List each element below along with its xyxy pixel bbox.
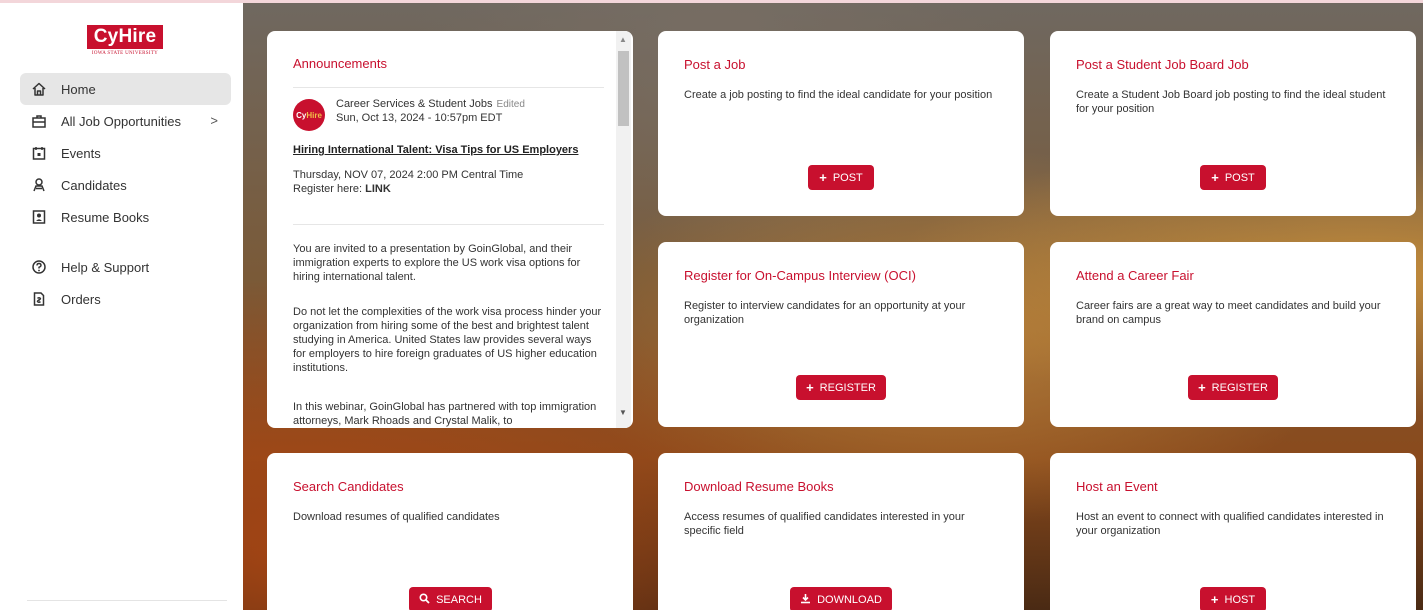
card-description: Create a job posting to find the ideal c… bbox=[684, 89, 993, 101]
card-title: Search Candidates bbox=[293, 479, 404, 494]
button-label: DOWNLOAD bbox=[817, 593, 882, 606]
download-button[interactable]: DOWNLOAD bbox=[790, 587, 892, 610]
scroll-down-icon[interactable]: ▼ bbox=[619, 408, 627, 417]
search-icon bbox=[419, 593, 430, 606]
divider bbox=[293, 224, 604, 225]
scroll-up-icon[interactable]: ▲ bbox=[619, 35, 627, 44]
register-career-fair-button[interactable]: + REGISTER bbox=[1188, 375, 1278, 400]
avatar-text-cy: Cy bbox=[296, 110, 307, 120]
post-student-job-button[interactable]: + POST bbox=[1200, 165, 1266, 190]
button-label: HOST bbox=[1224, 593, 1256, 606]
card-description: Download resumes of qualified candidates bbox=[293, 511, 500, 523]
sidebar-item-home[interactable]: Home bbox=[20, 73, 231, 105]
sidebar-item-label: Orders bbox=[61, 291, 101, 307]
logo-mark: CyHire bbox=[87, 25, 163, 49]
sidebar-item-label: All Job Opportunities bbox=[61, 113, 181, 129]
avatar-text-hire: Hire bbox=[306, 110, 322, 120]
post-job-button[interactable]: + POST bbox=[808, 165, 874, 190]
author-line: Career Services & Student Jobs Edited bbox=[336, 98, 525, 110]
host-event-card: Host an Event Host an event to connect w… bbox=[1050, 453, 1416, 610]
search-candidates-card: Search Candidates Download resumes of qu… bbox=[267, 453, 633, 610]
main-dashboard: Announcements Cy Hire Career Services & S… bbox=[243, 3, 1423, 610]
sidebar-item-label: Candidates bbox=[61, 177, 127, 193]
sidebar-item-label: Resume Books bbox=[61, 209, 150, 225]
card-title: Post a Student Job Board Job bbox=[1076, 57, 1249, 72]
home-icon bbox=[31, 81, 47, 97]
download-resume-books-card: Download Resume Books Access resumes of … bbox=[658, 453, 1024, 610]
plus-icon: + bbox=[1211, 170, 1219, 185]
button-label: REGISTER bbox=[1211, 381, 1268, 394]
edited-label: Edited bbox=[496, 99, 525, 110]
card-title: Host an Event bbox=[1076, 479, 1158, 494]
logo-subtitle: IOWA STATE UNIVERSITY bbox=[91, 51, 159, 56]
sidebar-item-orders[interactable]: Orders bbox=[20, 283, 231, 315]
divider bbox=[293, 87, 604, 88]
card-title: Post a Job bbox=[684, 57, 746, 72]
button-label: REGISTER bbox=[819, 381, 876, 394]
card-title: Download Resume Books bbox=[684, 479, 834, 494]
download-icon bbox=[800, 593, 811, 606]
sidebar-item-events[interactable]: Events bbox=[20, 137, 231, 169]
sidebar-item-label: Help & Support bbox=[61, 259, 150, 275]
sidebar-item-resume-books[interactable]: Resume Books bbox=[20, 201, 231, 233]
sidebar: CyHire IOWA STATE UNIVERSITY Home All Jo… bbox=[0, 3, 243, 610]
search-button[interactable]: SEARCH bbox=[409, 587, 492, 610]
card-description: Create a Student Job Board job posting t… bbox=[1076, 89, 1386, 115]
register-prefix: Register here: bbox=[293, 183, 366, 195]
help-icon bbox=[31, 259, 47, 275]
plus-icon: + bbox=[806, 380, 814, 395]
candidates-icon bbox=[31, 177, 47, 193]
announcements-scrollbar[interactable]: ▲ ▼ bbox=[616, 31, 631, 428]
sidebar-item-label: Events bbox=[61, 145, 101, 161]
register-oci-button[interactable]: + REGISTER bbox=[796, 375, 886, 400]
sidebar-item-help-support[interactable]: Help & Support bbox=[20, 251, 231, 283]
button-label: SEARCH bbox=[436, 593, 482, 606]
register-link[interactable]: LINK bbox=[365, 183, 391, 195]
announcement-paragraph: You are invited to a presentation by Goi… bbox=[293, 243, 581, 283]
button-label: POST bbox=[832, 171, 863, 184]
career-fair-card: Attend a Career Fair Career fairs are a … bbox=[1050, 242, 1416, 427]
resume-book-icon bbox=[31, 209, 47, 225]
plus-icon: + bbox=[1210, 592, 1219, 607]
sidebar-divider bbox=[27, 600, 227, 601]
announcements-heading: Announcements bbox=[293, 56, 387, 71]
sidebar-nav: Home All Job Opportunities > Events Cand… bbox=[20, 73, 231, 315]
plus-icon: + bbox=[1198, 380, 1206, 395]
cyhire-logo[interactable]: CyHire IOWA STATE UNIVERSITY bbox=[87, 25, 163, 61]
announcement-paragraph: In this webinar, GoinGlobal has partnere… bbox=[293, 401, 597, 427]
sidebar-item-all-job-opportunities[interactable]: All Job Opportunities > bbox=[20, 105, 231, 137]
post-student-job-card: Post a Student Job Board Job Create a St… bbox=[1050, 31, 1416, 216]
button-label: POST bbox=[1224, 171, 1255, 184]
card-description: Access resumes of qualified candidates i… bbox=[684, 511, 965, 537]
card-description: Register to interview candidates for an … bbox=[684, 300, 966, 326]
announcement-title[interactable]: Hiring International Talent: Visa Tips f… bbox=[293, 144, 578, 156]
author-avatar: Cy Hire bbox=[293, 99, 325, 131]
post-job-card: Post a Job Create a job posting to find … bbox=[658, 31, 1024, 216]
host-event-button[interactable]: + HOST bbox=[1200, 587, 1266, 610]
plus-icon: + bbox=[819, 170, 827, 185]
post-date: Sun, Oct 13, 2024 - 10:57pm EDT bbox=[336, 112, 503, 124]
orders-icon bbox=[31, 291, 47, 307]
oci-card: Register for On-Campus Interview (OCI) R… bbox=[658, 242, 1024, 427]
chevron-right-icon[interactable]: > bbox=[210, 113, 218, 128]
calendar-icon bbox=[31, 145, 47, 161]
card-title: Register for On-Campus Interview (OCI) bbox=[684, 268, 916, 283]
announcements-card: Announcements Cy Hire Career Services & S… bbox=[267, 31, 633, 428]
register-line: Register here: LINK bbox=[293, 183, 391, 195]
scrollbar-thumb[interactable] bbox=[618, 51, 629, 126]
card-title: Attend a Career Fair bbox=[1076, 268, 1194, 283]
author-name: Career Services & Student Jobs bbox=[336, 98, 493, 110]
card-description: Career fairs are a great way to meet can… bbox=[1076, 300, 1381, 326]
card-description: Host an event to connect with qualified … bbox=[1076, 511, 1384, 537]
briefcase-icon bbox=[31, 113, 47, 129]
sidebar-item-candidates[interactable]: Candidates bbox=[20, 169, 231, 201]
announcement-paragraph: Do not let the complexities of the work … bbox=[293, 306, 602, 374]
event-time: Thursday, NOV 07, 2024 2:00 PM Central T… bbox=[293, 169, 524, 181]
sidebar-item-label: Home bbox=[61, 81, 96, 97]
